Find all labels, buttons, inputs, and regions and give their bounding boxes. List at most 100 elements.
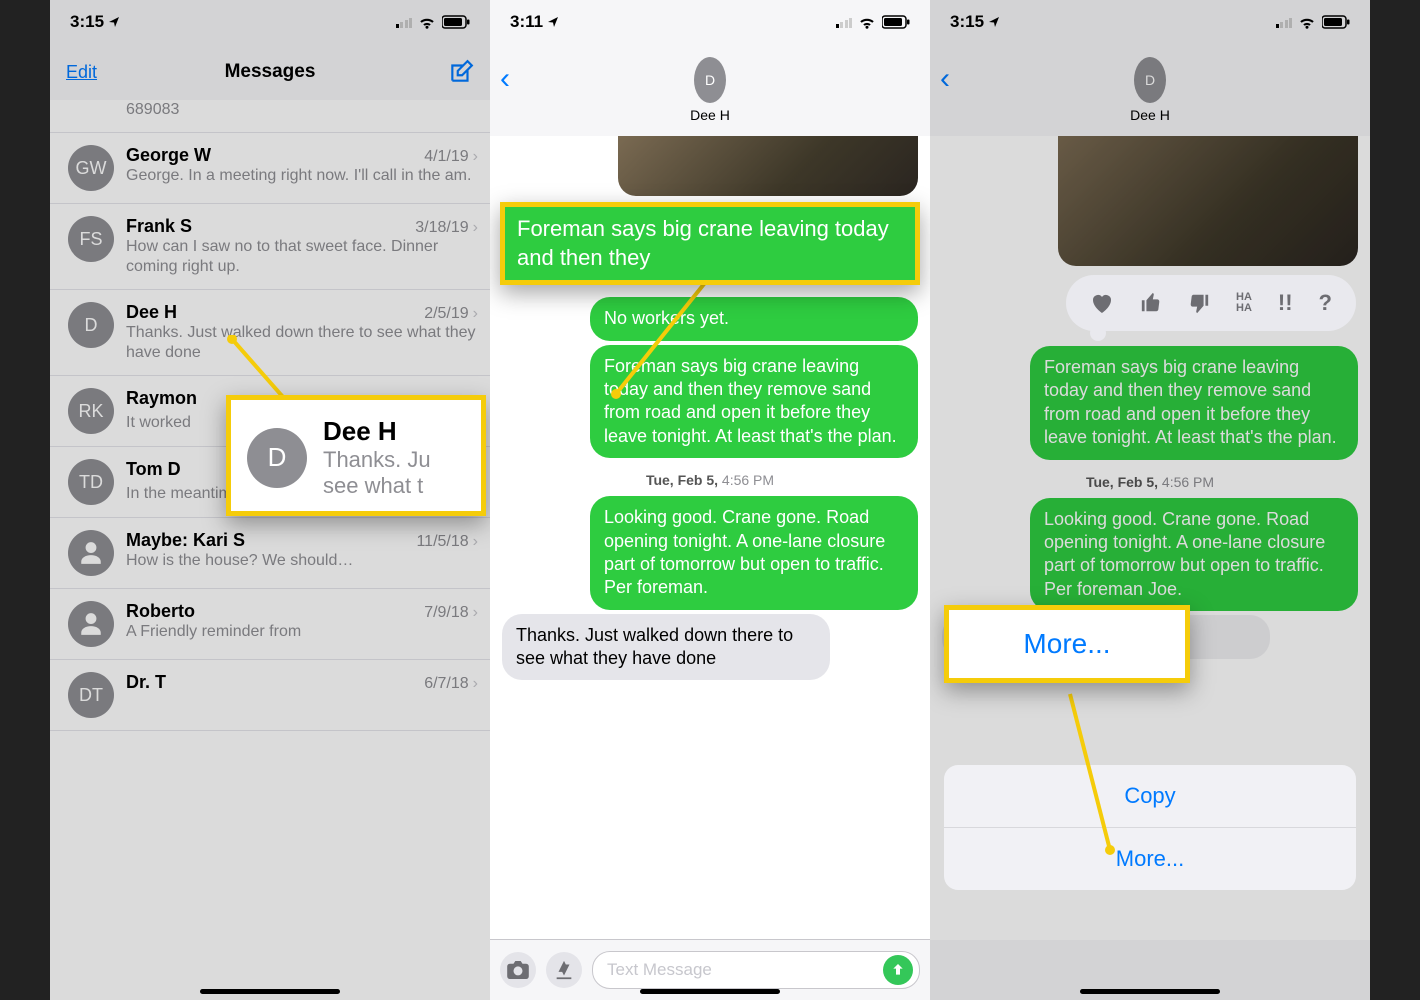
home-indicator[interactable]: [1080, 989, 1220, 994]
avatar: TD: [68, 459, 114, 505]
thumbs-up-icon: [1140, 292, 1162, 314]
status-bar: 3:15: [50, 0, 490, 44]
callout-name: Dee H: [323, 416, 431, 447]
back-button[interactable]: ‹: [940, 62, 950, 96]
nav-title: Messages: [225, 61, 316, 83]
location-arrow-icon: [547, 16, 559, 28]
callout-preview: Thanks. Jusee what t: [323, 447, 431, 499]
tapback-haha[interactable]: HA HA: [1236, 292, 1252, 314]
avatar[interactable]: D: [694, 57, 726, 103]
message-text: Looking good. Crane gone. Road opening t…: [1044, 509, 1325, 599]
preview-text: A Friendly reminder from: [126, 622, 478, 642]
avatar[interactable]: D: [1134, 57, 1166, 103]
message-bubble[interactable]: Looking good. Crane gone. Road opening t…: [590, 496, 918, 610]
chevron-right-icon: ›: [473, 675, 478, 693]
back-button[interactable]: ‹: [500, 62, 510, 96]
contact-name: Dr. T: [126, 672, 166, 693]
action-sheet: Copy More...: [944, 765, 1356, 890]
contact-name: Roberto: [126, 601, 195, 622]
tapback-heart[interactable]: [1090, 292, 1114, 314]
compose-icon: [448, 59, 474, 85]
cell-signal-icon: [1276, 16, 1293, 28]
row-date: 11/5/18 ›: [416, 533, 478, 551]
message-bubble[interactable]: Thanks. Just walked down there to see wh…: [502, 614, 830, 681]
preview-text: George. In a meeting right now. I'll cal…: [126, 166, 478, 186]
wifi-icon: [1298, 15, 1316, 29]
contact-name: Frank S: [126, 216, 192, 237]
send-button[interactable]: [883, 955, 913, 985]
camera-button[interactable]: [500, 952, 536, 988]
list-row-partial[interactable]: 689083: [50, 100, 490, 133]
camera-icon: [507, 961, 529, 979]
contact-name: Maybe: Kari S: [126, 530, 245, 551]
list-item[interactable]: FSFrank S3/18/19 ›How can I saw no to th…: [50, 204, 490, 290]
tapback-thumbs-up[interactable]: [1140, 292, 1162, 314]
status-bar: 3:15: [930, 0, 1370, 44]
row-date: 3/18/19 ›: [415, 219, 478, 237]
highlighted-message-text: Foreman says big crane leaving today and…: [505, 207, 915, 280]
three-phone-composite: 3:15 Edit Messages 689083 GWGeorge W4/1/…: [0, 0, 1420, 1000]
wifi-icon: [858, 15, 876, 29]
timestamp: Tue, Feb 5, 4:56 PM: [490, 472, 930, 488]
location-arrow-icon: [108, 16, 120, 28]
list-item[interactable]: Roberto 7/9/18 ›A Friendly reminder from: [50, 589, 490, 660]
message-bubble[interactable]: Looking good. Crane gone. Road opening t…: [1030, 498, 1358, 612]
message-input[interactable]: Text Message: [592, 951, 920, 989]
contact-name: Dee H: [690, 107, 730, 123]
heart-icon: [1090, 292, 1114, 314]
chevron-right-icon: ›: [473, 148, 478, 166]
conversation-header[interactable]: ‹ D Dee H: [930, 44, 1370, 137]
message-text: Thanks. Just walked down there to see wh…: [516, 625, 793, 668]
row-date: 7/9/18 ›: [424, 604, 478, 622]
status-time: 3:15: [950, 12, 984, 32]
message-thread[interactable]: Foreman says big crane leaving today and…: [490, 136, 930, 940]
message-text: Looking good. Crane gone. Road opening t…: [604, 507, 885, 597]
list-item[interactable]: Maybe: Kari S11/5/18 ›How is the house? …: [50, 518, 490, 589]
action-more[interactable]: More...: [944, 827, 1356, 890]
callout-leader-line: [1060, 690, 1140, 860]
compose-button[interactable]: [448, 59, 474, 85]
image-message[interactable]: [618, 136, 918, 196]
avatar: [68, 601, 114, 647]
contact-name: Dee H: [126, 302, 177, 323]
tapback-exclaim[interactable]: !!: [1278, 290, 1293, 316]
home-indicator[interactable]: [640, 989, 780, 994]
arrow-up-icon: [890, 962, 906, 978]
row-date: 2/5/19 ›: [424, 305, 478, 323]
contact-name: Raymon: [126, 388, 197, 409]
list-item[interactable]: GWGeorge W4/1/19 ›George. In a meeting r…: [50, 133, 490, 204]
action-copy[interactable]: Copy: [944, 765, 1356, 827]
screen-conversation: 3:11 ‹ D Dee H Foreman says big crane le…: [490, 0, 930, 1000]
battery-icon: [1322, 15, 1350, 29]
status-time: 3:15: [70, 12, 104, 32]
callout-highlighted-bubble: Foreman says big crane leaving today and…: [500, 202, 920, 285]
nav-bar: Edit Messages: [50, 44, 490, 101]
appstore-icon: [553, 959, 575, 981]
callout-more: More...: [944, 605, 1190, 683]
image-message[interactable]: [1058, 136, 1358, 266]
message-text: Foreman says big crane leaving today and…: [1044, 357, 1337, 447]
appstore-button[interactable]: [546, 952, 582, 988]
preview-text: Thanks. Just walked down there to see wh…: [126, 323, 478, 363]
avatar: D: [247, 428, 307, 488]
cell-signal-icon: [396, 16, 413, 28]
conversation-header[interactable]: ‹ D Dee H: [490, 44, 930, 137]
battery-icon: [442, 15, 470, 29]
edit-button[interactable]: Edit: [66, 62, 97, 83]
list-item[interactable]: DTDr. T6/7/18 ›: [50, 660, 490, 731]
battery-icon: [882, 15, 910, 29]
message-bubble[interactable]: Foreman says big crane leaving today and…: [1030, 346, 1358, 460]
avatar: DT: [68, 672, 114, 718]
tapback-menu: HA HA !! ?: [1066, 275, 1356, 331]
location-arrow-icon: [988, 16, 1000, 28]
contact-name: Tom D: [126, 459, 181, 480]
callout-dee-h: D Dee H Thanks. Jusee what t: [226, 395, 486, 516]
callout-more-label: More...: [949, 610, 1185, 678]
row-date: 4/1/19 ›: [424, 148, 478, 166]
preview-text: How can I saw no to that sweet face. Din…: [126, 237, 478, 277]
wifi-icon: [418, 15, 436, 29]
conversation-list[interactable]: 689083 GWGeorge W4/1/19 ›George. In a me…: [50, 100, 490, 1000]
tapback-question[interactable]: ?: [1319, 290, 1332, 316]
tapback-thumbs-down[interactable]: [1188, 292, 1210, 314]
home-indicator[interactable]: [200, 989, 340, 994]
